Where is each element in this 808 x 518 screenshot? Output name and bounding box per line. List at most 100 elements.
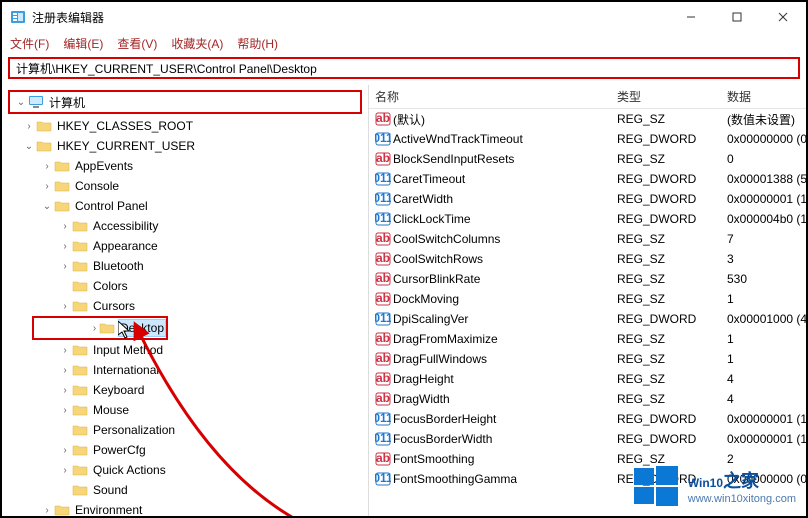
chevron-right-icon[interactable]: › — [58, 445, 72, 456]
binary-value-icon: 011 — [375, 411, 391, 427]
value-type: REG_DWORD — [611, 432, 721, 446]
tree-node-hkcu[interactable]: ⌄ HKEY_CURRENT_USER — [2, 136, 368, 156]
svg-text:ab: ab — [376, 451, 390, 465]
svg-text:011: 011 — [375, 311, 391, 325]
maximize-button[interactable] — [714, 2, 760, 32]
minimize-button[interactable] — [668, 2, 714, 32]
list-item[interactable]: 011CaretWidth REG_DWORD 0x00000001 (1) — [369, 189, 806, 209]
value-data: 530 — [721, 272, 806, 286]
tree-node-colors[interactable]: Colors — [2, 276, 368, 296]
chevron-right-icon[interactable]: › — [58, 301, 72, 312]
tree-node-powercfg[interactable]: › PowerCfg — [2, 440, 368, 460]
tree-node[interactable]: › AppEvents — [2, 156, 368, 176]
list-item[interactable]: abDragFromMaximize REG_SZ 1 — [369, 329, 806, 349]
list-item[interactable]: 011FocusBorderHeight REG_DWORD 0x0000000… — [369, 409, 806, 429]
tree-label: HKEY_CURRENT_USER — [55, 137, 197, 155]
tree-label: Keyboard — [91, 381, 146, 399]
menu-edit[interactable]: 编辑(E) — [63, 35, 103, 52]
chevron-right-icon[interactable]: › — [58, 465, 72, 476]
tree-node-keyboard[interactable]: › Keyboard — [2, 380, 368, 400]
chevron-right-icon[interactable]: › — [58, 261, 72, 272]
value-data: 0x00000000 (0) — [721, 472, 806, 486]
tree-node-hkcr[interactable]: › HKEY_CLASSES_ROOT — [2, 116, 368, 136]
menu-favorites[interactable]: 收藏夹(A) — [171, 35, 223, 52]
registry-tree[interactable]: ⌄ 计算机 › HKEY_CLASSES_ROOT ⌄ HKEY_CURRENT… — [2, 90, 368, 516]
value-data: 0x00001000 (40 — [721, 312, 806, 326]
column-header-data[interactable]: 数据 — [721, 88, 806, 105]
chevron-icon[interactable]: › — [40, 161, 54, 172]
string-value-icon: ab — [375, 331, 391, 347]
tree-node[interactable]: › Environment — [2, 500, 368, 516]
chevron-down-icon[interactable]: ⌄ — [22, 141, 36, 152]
tree-node-cursors[interactable]: › Cursors — [2, 296, 368, 316]
tree-label: AppEvents — [73, 157, 135, 175]
value-type: REG_SZ — [611, 372, 721, 386]
tree-node-mouse[interactable]: › Mouse — [2, 400, 368, 420]
tree-node[interactable]: ⌄ Control Panel — [2, 196, 368, 216]
svg-text:ab: ab — [376, 291, 390, 305]
menu-help[interactable]: 帮助(H) — [237, 35, 278, 52]
chevron-icon[interactable]: ⌄ — [40, 201, 54, 212]
close-button[interactable] — [760, 2, 806, 32]
chevron-right-icon[interactable]: › — [58, 241, 72, 252]
tree-node-desktop[interactable]: › Desktop — [34, 318, 166, 338]
chevron-right-icon[interactable]: › — [58, 365, 72, 376]
tree-node-personalization[interactable]: Personalization — [2, 420, 368, 440]
chevron-right-icon[interactable]: › — [58, 221, 72, 232]
chevron-right-icon[interactable]: › — [58, 405, 72, 416]
list-item[interactable]: abBlockSendInputResets REG_SZ 0 — [369, 149, 806, 169]
tree-pane: ⌄ 计算机 › HKEY_CLASSES_ROOT ⌄ HKEY_CURRENT… — [2, 85, 369, 516]
value-name: FontSmoothingGamma — [393, 472, 517, 486]
list-item[interactable]: abCursorBlinkRate REG_SZ 530 — [369, 269, 806, 289]
menu-view[interactable]: 查看(V) — [117, 35, 157, 52]
tree-node-input-method[interactable]: › Input Method — [2, 340, 368, 360]
address-bar[interactable]: 计算机\HKEY_CURRENT_USER\Control Panel\Desk… — [8, 57, 800, 79]
value-name: CaretWidth — [393, 192, 453, 206]
tree-label: Environment — [73, 501, 144, 516]
chevron-right-icon[interactable]: › — [58, 345, 72, 356]
tree-label: Personalization — [91, 421, 177, 439]
svg-text:011: 011 — [375, 431, 391, 445]
list-item[interactable]: abCoolSwitchRows REG_SZ 3 — [369, 249, 806, 269]
list-item[interactable]: abDragFullWindows REG_SZ 1 — [369, 349, 806, 369]
value-name: CoolSwitchRows — [393, 252, 483, 266]
menu-file[interactable]: 文件(F) — [10, 35, 49, 52]
list-item[interactable]: 011FontSmoothingGamma REG_DWORD 0x000000… — [369, 469, 806, 489]
list-item[interactable]: abDockMoving REG_SZ 1 — [369, 289, 806, 309]
value-name: ClickLockTime — [393, 212, 471, 226]
tree-node-accessibility[interactable]: › Accessibility — [2, 216, 368, 236]
list-item[interactable]: abDragWidth REG_SZ 4 — [369, 389, 806, 409]
column-header-type[interactable]: 类型 — [611, 88, 721, 105]
tree-node[interactable]: › Console — [2, 176, 368, 196]
tree-label: International — [91, 361, 161, 379]
chevron-right-icon[interactable]: › — [40, 505, 54, 516]
chevron-right-icon[interactable]: › — [22, 121, 36, 132]
tree-node-quick-actions[interactable]: › Quick Actions — [2, 460, 368, 480]
list-item[interactable]: ab(默认) REG_SZ (数值未设置) — [369, 109, 806, 129]
chevron-down-icon[interactable]: ⌄ — [14, 97, 28, 108]
tree-node-computer[interactable]: ⌄ 计算机 — [10, 92, 360, 112]
tree-node-bluetooth[interactable]: › Bluetooth — [2, 256, 368, 276]
list-item[interactable]: abDragHeight REG_SZ 4 — [369, 369, 806, 389]
list-body[interactable]: ab(默认) REG_SZ (数值未设置) 011ActiveWndTrackT… — [369, 109, 806, 489]
value-type: REG_DWORD — [611, 192, 721, 206]
value-name: DragFullWindows — [393, 352, 487, 366]
list-item[interactable]: 011DpiScalingVer REG_DWORD 0x00001000 (4… — [369, 309, 806, 329]
list-item[interactable]: 011FocusBorderWidth REG_DWORD 0x00000001… — [369, 429, 806, 449]
column-header-name[interactable]: 名称 — [369, 88, 611, 105]
tree-node-appearance[interactable]: › Appearance — [2, 236, 368, 256]
chevron-right-icon[interactable]: › — [58, 385, 72, 396]
list-item[interactable]: 011ActiveWndTrackTimeout REG_DWORD 0x000… — [369, 129, 806, 149]
chevron-right-icon[interactable]: › — [90, 323, 99, 334]
tree-node-international[interactable]: › International — [2, 360, 368, 380]
list-item[interactable]: 011CaretTimeout REG_DWORD 0x00001388 (50 — [369, 169, 806, 189]
list-item[interactable]: abCoolSwitchColumns REG_SZ 7 — [369, 229, 806, 249]
list-item[interactable]: 011ClickLockTime REG_DWORD 0x000004b0 (1… — [369, 209, 806, 229]
chevron-icon[interactable]: › — [40, 181, 54, 192]
string-value-icon: ab — [375, 151, 391, 167]
value-name: DpiScalingVer — [393, 312, 468, 326]
tree-node-sound[interactable]: Sound — [2, 480, 368, 500]
list-item[interactable]: abFontSmoothing REG_SZ 2 — [369, 449, 806, 469]
svg-text:011: 011 — [375, 471, 391, 485]
value-type: REG_SZ — [611, 452, 721, 466]
